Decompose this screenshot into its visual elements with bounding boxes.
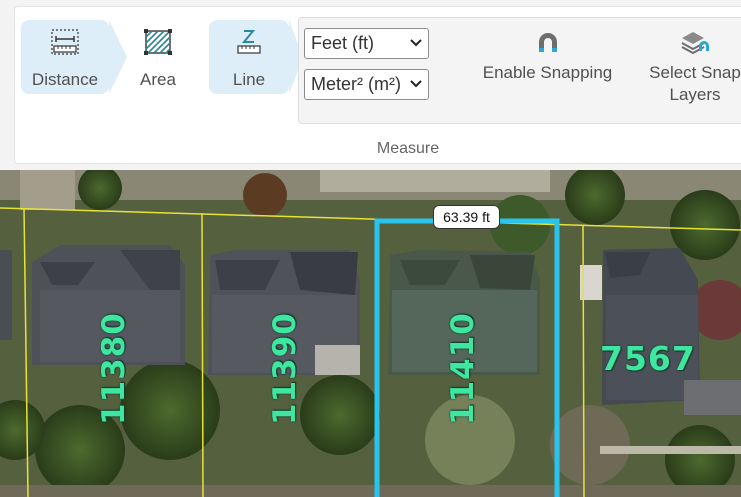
measure-group-label: Measure xyxy=(376,140,440,157)
measurement-label: 63.39 ft xyxy=(433,205,500,229)
line-ruler-icon xyxy=(237,30,261,54)
area-unit-select[interactable]: Meter² (m²) xyxy=(304,69,429,100)
line-tool-label: Line xyxy=(232,70,266,89)
parcel-label-7567: 7567 xyxy=(600,339,696,378)
magnet-icon xyxy=(538,33,557,52)
parcel-label-11410: 11410 xyxy=(445,312,481,425)
area-unit-value: Meter² (m²) xyxy=(311,74,401,94)
select-snap-layers-label-2: Layers xyxy=(669,85,721,104)
parcel-label-11380: 11380 xyxy=(96,312,132,425)
layers-magnet-icon xyxy=(681,32,709,55)
distance-tool-button[interactable]: Distance xyxy=(21,20,109,94)
area-hatch-icon xyxy=(144,29,172,55)
enable-snapping-label: Enable Snapping xyxy=(482,63,613,82)
length-unit-select[interactable]: Feet (ft) xyxy=(304,28,429,59)
parcel-label-11390: 11390 xyxy=(267,312,303,425)
distance-ruler-icon xyxy=(51,29,79,55)
chevron-down-icon xyxy=(410,39,422,47)
area-tool-button[interactable]: Area xyxy=(126,20,190,94)
distance-tool-label: Distance xyxy=(31,70,99,89)
line-tool-button[interactable]: Line xyxy=(209,20,289,94)
select-snap-layers-button[interactable]: Select Snap Layers xyxy=(640,26,741,106)
length-unit-value: Feet (ft) xyxy=(311,33,375,53)
area-tool-label: Area xyxy=(140,70,176,89)
chevron-down-icon xyxy=(410,80,422,88)
select-snap-layers-label-1: Select Snap xyxy=(649,63,741,82)
enable-snapping-button[interactable]: Enable Snapping xyxy=(470,26,625,84)
